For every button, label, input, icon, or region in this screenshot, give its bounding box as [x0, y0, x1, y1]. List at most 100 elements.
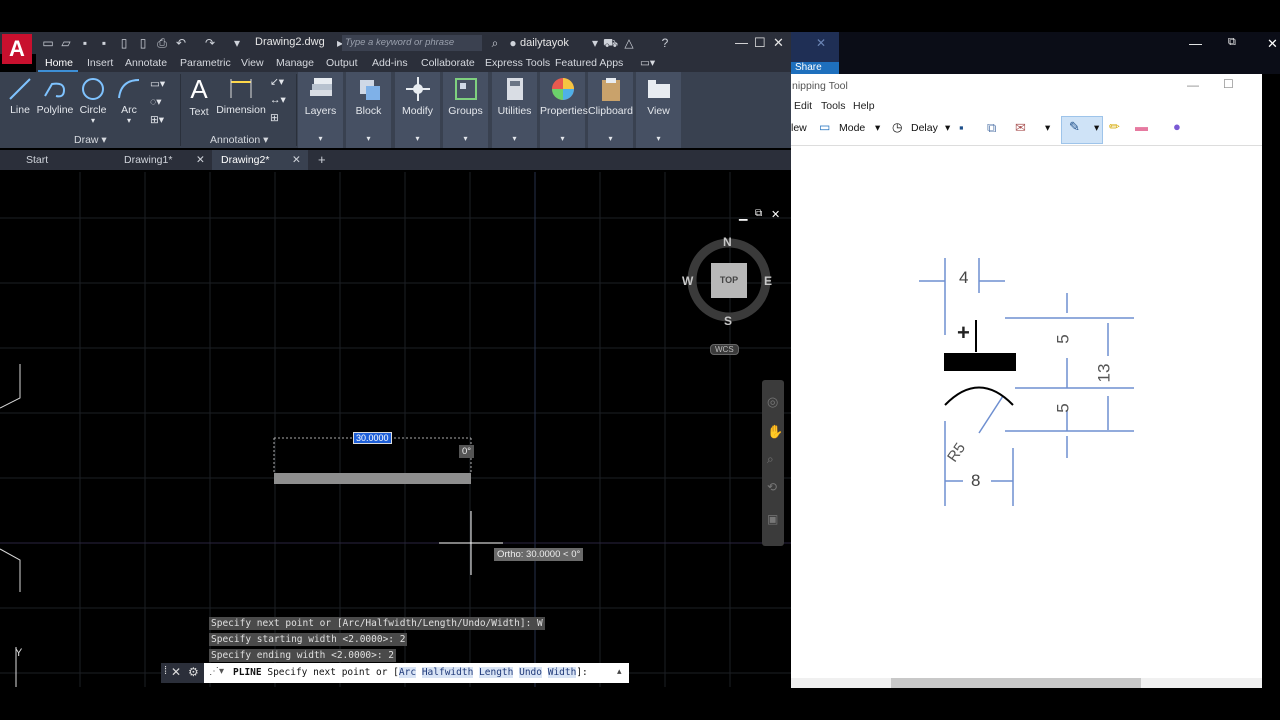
dimension-tool[interactable]: Dimension — [216, 76, 266, 116]
redo-icon[interactable]: ↷ — [203, 36, 217, 50]
option-halfwidth[interactable]: Halfwidth — [421, 667, 474, 678]
block-button[interactable]: Block ▾ — [346, 72, 391, 148]
compass-west[interactable]: W — [682, 274, 693, 288]
arc-dropdown-icon[interactable]: ▾ — [116, 116, 142, 125]
view-button[interactable]: View ▾ — [636, 72, 681, 148]
compass-south[interactable]: S — [724, 314, 732, 328]
properties-button[interactable]: Properties ▾ — [540, 72, 588, 148]
send-dropdown-icon[interactable]: ▾ — [1045, 122, 1050, 134]
app-menu-button[interactable]: A — [2, 34, 32, 64]
command-history-toggle-icon[interactable]: ▴ — [617, 666, 622, 677]
annotation-panel-title[interactable]: Annotation ▾ — [210, 134, 268, 146]
save-icon[interactable]: ▪ — [78, 36, 92, 50]
save-icon[interactable]: ▪ — [959, 120, 964, 135]
save-web-icon[interactable]: ▯ — [136, 36, 150, 50]
delay-dropdown-icon[interactable]: ▾ — [945, 122, 950, 134]
binoculars-icon[interactable]: ⌕ — [488, 36, 502, 50]
linear-dim-icon[interactable]: ↔▾ — [270, 94, 286, 106]
user-icon[interactable]: ● — [506, 36, 520, 50]
tab-add-ins[interactable]: Add-ins — [372, 57, 408, 69]
share-button[interactable]: Share — [791, 62, 839, 74]
leader-icon[interactable]: ↙▾ — [270, 76, 284, 88]
file-tab-drawing1[interactable]: Drawing1* ✕ — [110, 150, 210, 170]
file-tab-start[interactable]: Start — [26, 150, 106, 170]
maximize-icon[interactable]: ☐ — [1223, 77, 1234, 91]
command-line[interactable]: ⁞ ✕ ⚙ ⋰▾ PLINE Specify next point or [Ar… — [161, 663, 629, 683]
open-web-icon[interactable]: ▯ — [117, 36, 131, 50]
mode-dropdown-icon[interactable]: ▾ — [875, 122, 880, 134]
delay-button[interactable]: Delay — [911, 122, 938, 134]
menu-tools[interactable]: Tools — [821, 100, 846, 112]
viewport-minimize-icon[interactable]: ▁ — [739, 208, 747, 221]
option-undo[interactable]: Undo — [519, 667, 542, 678]
tab-express-tools[interactable]: Express Tools — [485, 57, 550, 69]
close-tab-icon[interactable]: ✕ — [292, 150, 301, 170]
plot-icon[interactable]: ⎙ — [155, 36, 169, 50]
file-tab-drawing2[interactable]: Drawing2* ✕ — [212, 150, 308, 170]
clipboard-button[interactable]: Clipboard ▾ — [588, 72, 633, 148]
undo-icon[interactable]: ↶ — [174, 36, 188, 50]
scrollbar-thumb[interactable] — [891, 678, 1141, 688]
arc-tool[interactable]: Arc ▾ — [116, 76, 142, 125]
angle-input[interactable]: 0° — [459, 445, 475, 458]
option-arc[interactable]: Arc — [398, 667, 417, 678]
help-icon[interactable]: ? — [658, 36, 672, 50]
tab-parametric[interactable]: Parametric — [180, 57, 231, 69]
new-file-icon[interactable]: ▭ — [41, 36, 55, 50]
minimize-icon[interactable]: — — [1189, 36, 1202, 51]
tab-featured-apps[interactable]: Featured Apps — [555, 57, 623, 69]
cart-icon[interactable]: ⛟ — [603, 36, 618, 50]
mode-button[interactable]: Mode — [839, 122, 865, 134]
maximize-icon[interactable]: ☐ — [754, 35, 766, 51]
minimize-icon[interactable]: — — [1187, 78, 1199, 92]
command-customize-icon[interactable]: ⚙ — [188, 665, 199, 679]
close-icon[interactable]: ✕ — [773, 35, 784, 51]
send-snip-icon[interactable]: ✉ — [1015, 120, 1026, 136]
groups-button[interactable]: Groups ▾ — [443, 72, 488, 148]
paint3d-icon[interactable]: ● — [1173, 119, 1181, 134]
tab-annotate[interactable]: Annotate — [125, 57, 167, 69]
modify-button[interactable]: Modify ▾ — [395, 72, 440, 148]
tab-output[interactable]: Output — [326, 57, 358, 69]
viewport-close-icon[interactable]: ✕ — [771, 208, 780, 221]
ucs-menu[interactable]: WCS — [710, 344, 739, 355]
rectangle-icon[interactable]: ▭▾ — [150, 78, 165, 90]
close-icon[interactable]: ✕ — [1267, 36, 1278, 52]
text-tool[interactable]: A Text — [186, 74, 212, 118]
tab-view[interactable]: View — [241, 57, 264, 69]
a360-icon[interactable]: △ — [622, 36, 636, 50]
tab-collaborate[interactable]: Collaborate — [421, 57, 475, 69]
draw-panel-title[interactable]: Draw ▾ — [74, 134, 107, 146]
tab-home[interactable]: Home — [45, 57, 73, 69]
hatch-icon[interactable]: ◌▾ — [150, 96, 162, 108]
polyline-tool[interactable]: Polyline — [36, 76, 74, 116]
tab-manage[interactable]: Manage — [276, 57, 314, 69]
pan-icon[interactable]: ✋ — [767, 424, 783, 440]
close-icon[interactable]: ✕ — [816, 36, 826, 50]
line-tool[interactable]: Line — [6, 76, 34, 116]
user-dropdown-icon[interactable]: ▾ — [588, 36, 602, 50]
orbit-icon[interactable]: ⟲ — [767, 480, 777, 494]
length-input[interactable]: 30.0000 — [353, 432, 392, 444]
ribbon-options-icon[interactable]: ▭▾ — [640, 57, 655, 69]
viewcube-face-top[interactable]: TOP — [711, 263, 747, 298]
layers-button[interactable]: Layers ▾ — [298, 72, 343, 148]
new-tab-icon[interactable]: + — [318, 150, 326, 170]
viewport-restore-icon[interactable]: ⧉ — [755, 208, 762, 219]
new-button[interactable]: lew — [791, 122, 807, 134]
menu-help[interactable]: Help — [853, 100, 875, 112]
utilities-button[interactable]: Utilities ▾ — [492, 72, 537, 148]
close-tab-icon[interactable]: ✕ — [196, 150, 205, 170]
copy-icon[interactable]: ⧉ — [987, 120, 996, 136]
compass-north[interactable]: N — [723, 235, 732, 249]
search-input[interactable]: Type a keyword or phrase — [342, 35, 482, 51]
option-width[interactable]: Width — [547, 667, 577, 678]
command-close-icon[interactable]: ✕ — [171, 665, 181, 679]
horizontal-scrollbar[interactable] — [791, 678, 1262, 688]
viewcube[interactable]: N S E W TOP — [682, 235, 772, 328]
save-as-icon[interactable]: ▪ — [97, 36, 111, 50]
compass-east[interactable]: E — [764, 274, 772, 288]
steering-wheel-icon[interactable]: ◎ — [767, 394, 778, 410]
array-icon[interactable]: ⊞▾ — [150, 114, 164, 126]
table-icon[interactable]: ⊞ — [270, 112, 279, 124]
